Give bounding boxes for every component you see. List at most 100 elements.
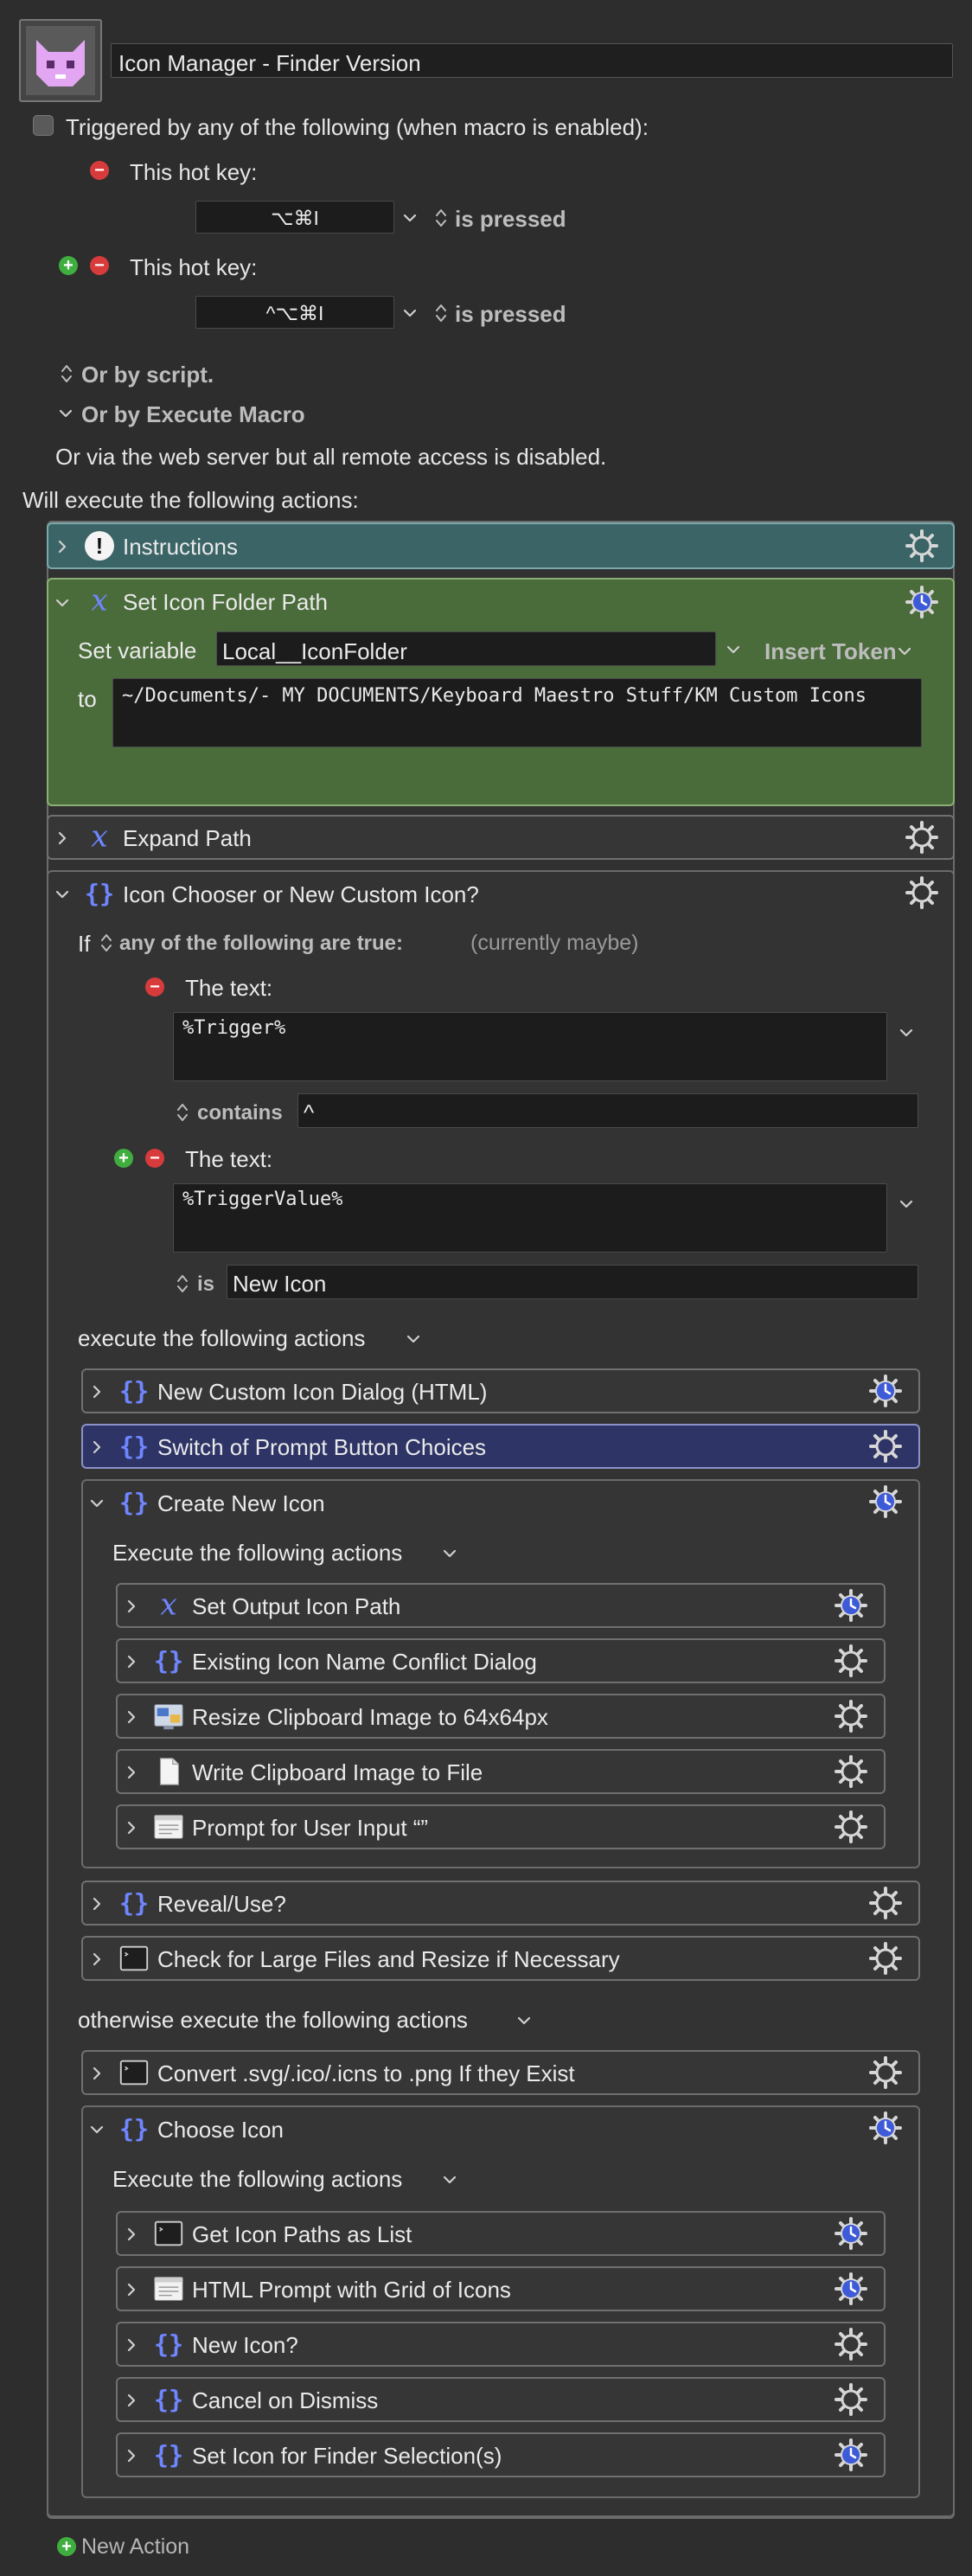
variable-value-textarea[interactable]: ~/Documents/- MY DOCUMENTS/Keyboard Maes…: [112, 678, 922, 747]
else-dropdown-chevron-icon[interactable]: [515, 2012, 533, 2029]
remove-hotkey-2-icon[interactable]: −: [90, 256, 109, 275]
hotkey-1-dropdown-chevron-icon[interactable]: [401, 209, 419, 227]
instructions-expand-chevron-icon[interactable]: [54, 538, 71, 555]
new-dialog-chevron-icon[interactable]: [88, 1383, 106, 1400]
new-action-plus-icon[interactable]: +: [57, 2537, 76, 2556]
create-exec-label: Execute the following actions: [112, 1540, 403, 1566]
prompt-gear-icon[interactable]: [834, 1810, 868, 1844]
prompt-chevron-icon[interactable]: [123, 1819, 140, 1836]
add-hotkey-icon[interactable]: +: [59, 256, 78, 275]
set-icon-folder-collapse-chevron-icon[interactable]: [54, 594, 71, 612]
icon-chooser-collapse-chevron-icon[interactable]: [54, 886, 71, 903]
new-icon-gear-icon[interactable]: [834, 2327, 868, 2361]
hotkey-1-state-updown-icon[interactable]: [435, 208, 447, 228]
remove-condition-2-icon[interactable]: −: [145, 1149, 164, 1168]
condition-1-operand-field[interactable]: ^: [297, 1093, 918, 1128]
variable-name-field[interactable]: Local__IconFolder: [216, 631, 716, 666]
html-prompt-title: HTML Prompt with Grid of Icons: [192, 2277, 511, 2303]
condition-2-operand-field[interactable]: New Icon: [227, 1265, 918, 1299]
trigger-checkbox[interactable]: [33, 115, 54, 136]
write-gear-icon[interactable]: [834, 1754, 868, 1789]
braces-icon: [83, 877, 116, 910]
convert-gear-icon[interactable]: [868, 2055, 903, 2090]
set-output-gear-icon[interactable]: [834, 1588, 868, 1623]
get-paths-chevron-icon[interactable]: [123, 2226, 140, 2243]
expand-path-gear-icon[interactable]: [905, 820, 939, 855]
write-chevron-icon[interactable]: [123, 1764, 140, 1781]
reveal-gear-icon[interactable]: [868, 1886, 903, 1920]
create-exec-chevron-icon[interactable]: [441, 1545, 458, 1562]
convert-chevron-icon[interactable]: [88, 2065, 106, 2082]
get-paths-gear-icon[interactable]: [834, 2216, 868, 2251]
condition-1-token-chevron-icon[interactable]: [898, 1024, 915, 1041]
or-by-script-updown-icon[interactable]: [61, 363, 73, 384]
reveal-chevron-icon[interactable]: [88, 1895, 106, 1913]
insert-token-chevron-icon[interactable]: [896, 643, 913, 660]
condition-2-op-updown-icon[interactable]: [176, 1273, 189, 1294]
choose-collapse-chevron-icon[interactable]: [88, 2121, 106, 2138]
cancel-title: Cancel on Dismiss: [192, 2387, 379, 2413]
instructions-title: Instructions: [123, 534, 238, 560]
html-prompt-chevron-icon[interactable]: [123, 2281, 140, 2298]
macro-icon[interactable]: [19, 19, 102, 102]
hotkey-2-state-updown-icon[interactable]: [435, 303, 447, 324]
hotkey-2-dropdown-chevron-icon[interactable]: [401, 304, 419, 322]
insert-token-button[interactable]: Insert Token: [764, 640, 897, 663]
set-icon-gear-icon[interactable]: [834, 2438, 868, 2472]
choose-exec-chevron-icon[interactable]: [441, 2171, 458, 2188]
or-by-execute-chevron-icon[interactable]: [57, 405, 74, 422]
condition-1-op-updown-icon[interactable]: [176, 1102, 189, 1123]
check-large-gear-icon[interactable]: [868, 1941, 903, 1976]
name-conflict-chevron-icon[interactable]: [123, 1653, 140, 1670]
resize-gear-icon[interactable]: [834, 1699, 868, 1733]
set-icon-chevron-icon[interactable]: [123, 2447, 140, 2464]
switch-chevron-icon[interactable]: [88, 1439, 106, 1456]
condition-1-text-field[interactable]: %Trigger%: [173, 1012, 887, 1081]
html-prompt-gear-icon[interactable]: [834, 2272, 868, 2306]
resize-title: Resize Clipboard Image to 64x64px: [192, 1704, 548, 1730]
cancel-gear-icon[interactable]: [834, 2382, 868, 2417]
create-new-collapse-chevron-icon[interactable]: [88, 1495, 106, 1512]
set-icon-folder-gear-icon[interactable]: [905, 585, 939, 619]
instructions-gear-icon[interactable]: [905, 529, 939, 563]
or-by-script[interactable]: Or by script.: [81, 363, 214, 386]
condition-1-operator[interactable]: contains: [197, 1103, 283, 1124]
resize-chevron-icon[interactable]: [123, 1708, 140, 1726]
create-new-gear-icon[interactable]: [868, 1484, 903, 1519]
expand-path-chevron-icon[interactable]: [54, 830, 71, 847]
braces-icon: [118, 1375, 150, 1407]
terminal-icon: [152, 2217, 185, 2250]
macro-name-field[interactable]: Icon Manager - Finder Version: [111, 43, 953, 78]
cancel-chevron-icon[interactable]: [123, 2392, 140, 2409]
braces-icon: [152, 2438, 185, 2471]
condition-mode-updown-icon[interactable]: [100, 932, 112, 953]
condition-2-text-field[interactable]: %TriggerValue%: [173, 1183, 887, 1253]
condition-2-token-chevron-icon[interactable]: [898, 1195, 915, 1213]
check-large-title: Check for Large Files and Resize if Nece…: [157, 1946, 620, 1972]
variable-dropdown-chevron-icon[interactable]: [725, 641, 742, 658]
new-icon-chevron-icon[interactable]: [123, 2336, 140, 2354]
remove-condition-1-icon[interactable]: −: [145, 977, 164, 996]
new-dialog-gear-icon[interactable]: [868, 1374, 903, 1408]
add-condition-icon[interactable]: +: [114, 1149, 133, 1168]
name-conflict-gear-icon[interactable]: [834, 1644, 868, 1678]
hotkey-1-keys: ⌥⌘I: [271, 207, 319, 229]
hotkey-2-field[interactable]: ^⌥⌘I: [195, 296, 394, 329]
set-output-chevron-icon[interactable]: [123, 1598, 140, 1615]
braces-icon: [152, 2328, 185, 2361]
hotkey-2-state[interactable]: is pressed: [455, 303, 566, 325]
condition-mode[interactable]: any of the following are true:: [119, 933, 403, 954]
icon-chooser-gear-icon[interactable]: [905, 875, 939, 910]
then-dropdown-chevron-icon[interactable]: [405, 1330, 422, 1348]
new-action-button[interactable]: New Action: [81, 2536, 189, 2558]
hotkey-1-field[interactable]: ⌥⌘I: [195, 201, 394, 234]
choose-gear-icon[interactable]: [868, 2111, 903, 2145]
condition-2-operator[interactable]: is: [197, 1274, 214, 1295]
switch-gear-icon[interactable]: [868, 1429, 903, 1464]
or-by-execute-macro[interactable]: Or by Execute Macro: [81, 403, 305, 426]
document-icon: [152, 1755, 185, 1788]
remove-hotkey-1-icon[interactable]: −: [90, 161, 109, 180]
switch-title: Switch of Prompt Button Choices: [157, 1434, 487, 1460]
hotkey-1-state[interactable]: is pressed: [455, 208, 566, 230]
check-large-chevron-icon[interactable]: [88, 1951, 106, 1968]
